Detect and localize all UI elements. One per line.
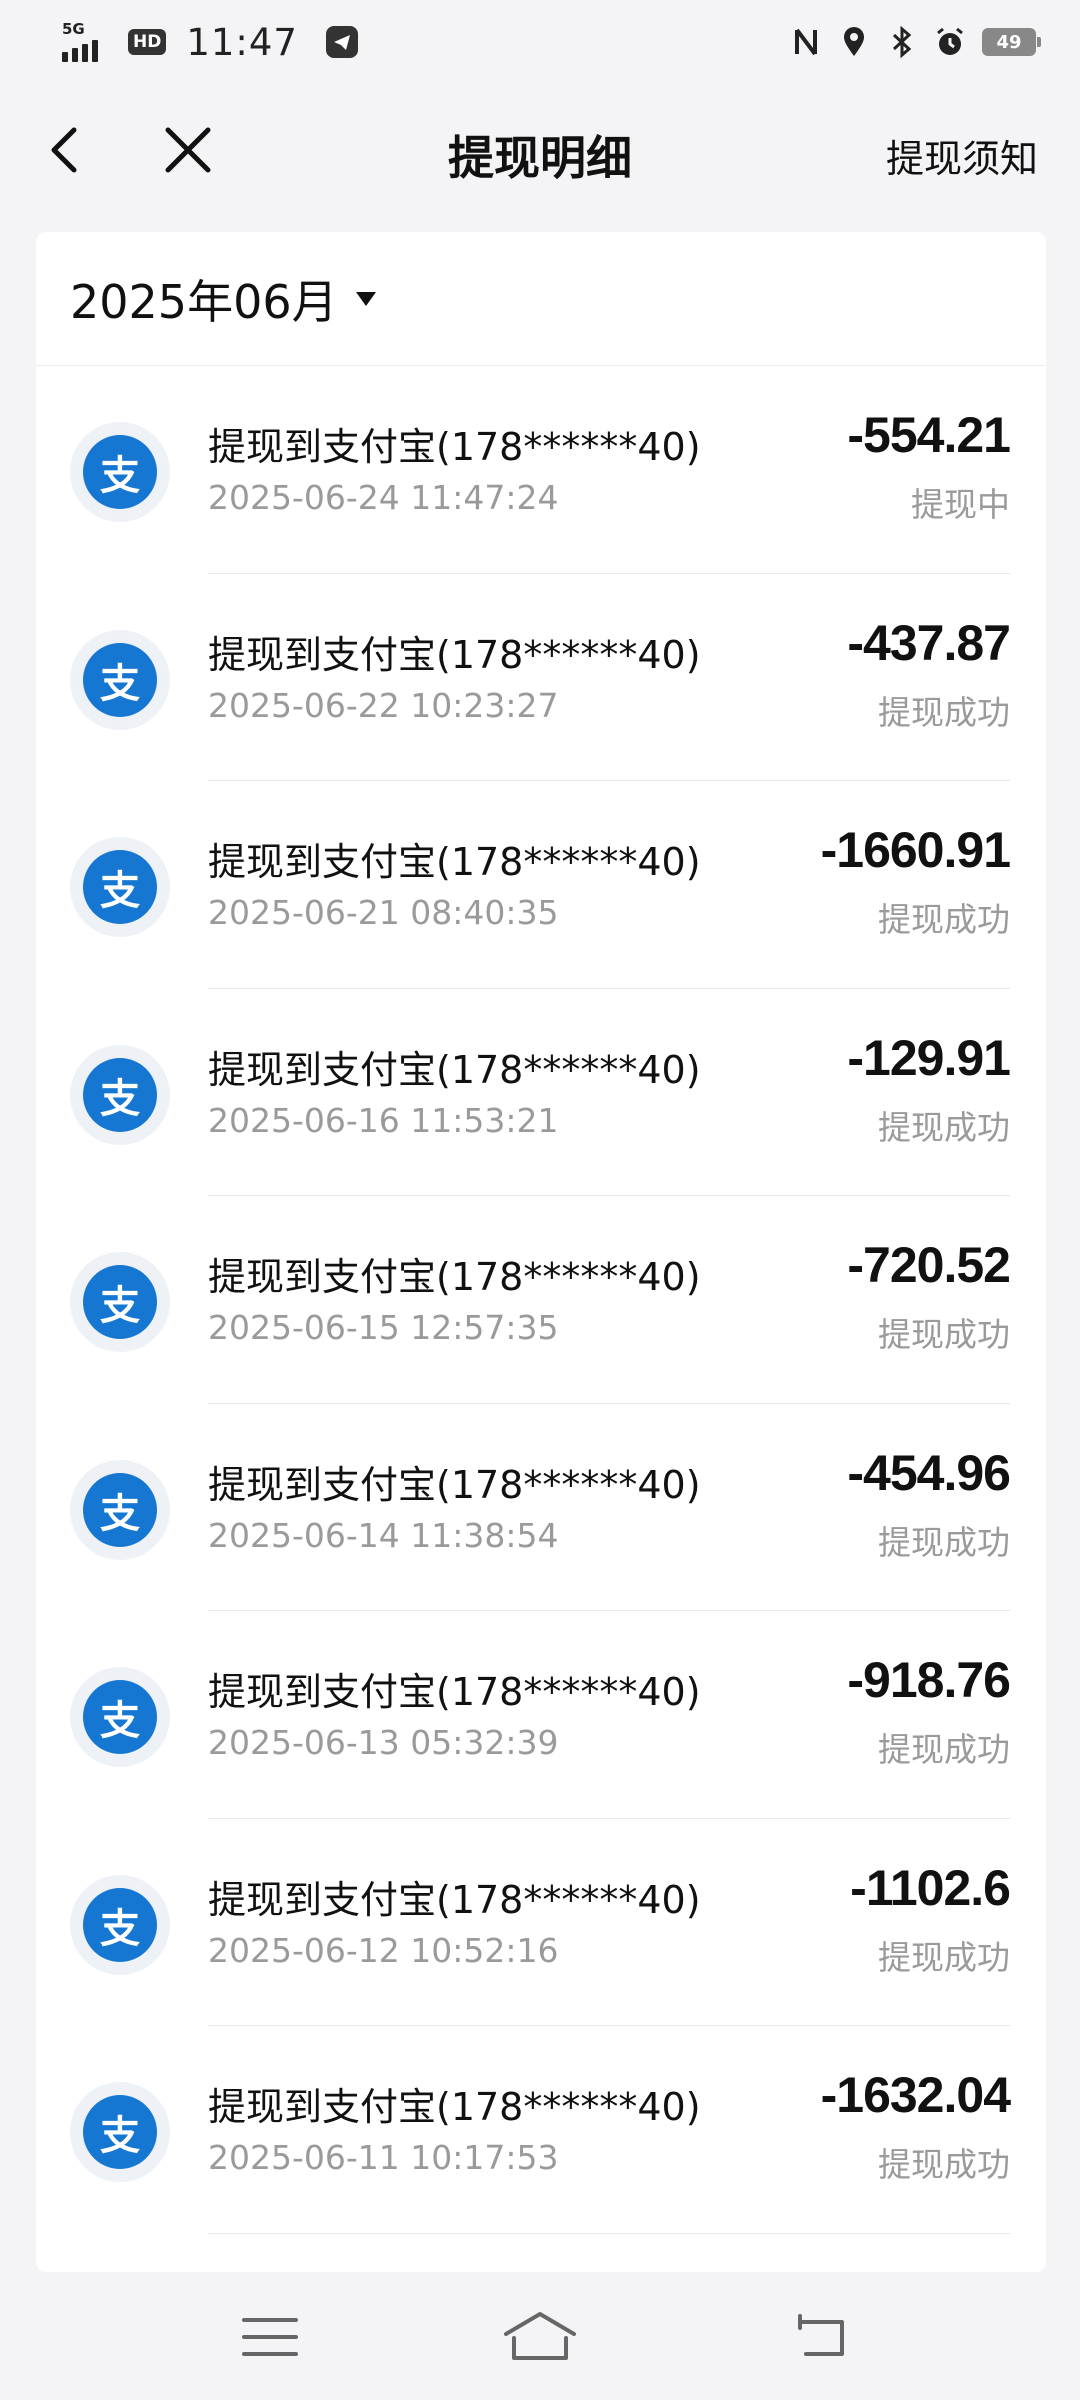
record-amount: -1632.04 (820, 2067, 1011, 2123)
record-time: 2025-06-14 11:38:54 (208, 1515, 559, 1555)
menu-icon[interactable] (240, 2312, 300, 2362)
status-bar: 5G HD 11:47 49 (0, 0, 1080, 84)
withdrawal-list-card: 2025年06月 支提现到支付宝(178******40) 2025-06-24 … (36, 232, 1046, 2272)
record-status: 提现成功 (878, 900, 1010, 939)
record-time: 2025-06-16 11:53:21 (208, 1100, 559, 1140)
month-label: 2025年06月 (70, 274, 338, 329)
alipay-glyph: 支 (83, 642, 157, 717)
record-title: 提现到支付宝(178******40) (208, 1255, 701, 1299)
battery-icon: 49 (982, 28, 1041, 56)
record-amount: -437.87 (847, 614, 1011, 671)
alipay-icon: 支 (70, 1874, 170, 1975)
record-status: 提现成功 (878, 692, 1010, 732)
withdrawal-record-row[interactable]: 支 提现到支付宝(178******40) 2025-06-22 10:23:27 -… (36, 574, 1046, 781)
record-status: 提现成功 (878, 1937, 1010, 1977)
record-status: 提现成功 (878, 1522, 1010, 1562)
telegram-icon (325, 26, 358, 58)
location-icon (838, 24, 870, 60)
system-back-icon[interactable] (792, 2310, 852, 2360)
alipay-glyph: 支 (83, 435, 157, 509)
record-title: 提现到支付宝(178******40) (208, 840, 701, 884)
network-type: 5G (62, 20, 85, 38)
home-icon[interactable] (500, 2308, 580, 2364)
record-amount: -720.52 (847, 1237, 1011, 1293)
record-title: 提现到支付宝(178******40) (208, 1047, 701, 1092)
record-status: 提现成功 (878, 1730, 1010, 1769)
alipay-glyph: 支 (83, 1680, 157, 1754)
record-time: 2025-06-13 05:32:39 (208, 1723, 559, 1762)
withdrawal-record-row[interactable]: 支 提现到支付宝(178******40) 2025-06-12 10:52:16 -… (36, 1819, 1046, 2026)
record-title: 提现到支付宝(178******40) (208, 1670, 701, 1714)
alipay-glyph: 支 (83, 850, 157, 924)
bluetooth-icon (886, 24, 918, 60)
record-title: 提现到支付宝(178******40) (208, 1462, 701, 1507)
record-status: 提现成功 (878, 2145, 1010, 2184)
record-status: 提现中 (911, 485, 1010, 524)
record-title: 提现到支付宝(178******40) (208, 632, 701, 677)
withdrawal-record-row[interactable]: 支 提现到支付宝(178******40) 2025-06-21 08:40:35 -… (36, 781, 1046, 989)
alipay-icon: 支 (70, 629, 170, 730)
alipay-icon: 支 (70, 1667, 170, 1767)
record-title: 提现到支付宝(178******40) (208, 2085, 701, 2129)
withdrawal-list: 支提现到支付宝(178******40) 2025-06-24 11:47:24-… (36, 366, 1046, 2234)
record-amount: -918.76 (847, 1652, 1011, 1708)
record-time: 2025-06-24 11:47:24 (208, 478, 559, 517)
record-title: 提现到支付宝(178******40) (208, 1877, 701, 1922)
record-time: 2025-06-12 10:52:16 (208, 1930, 559, 1970)
record-status: 提现成功 (878, 1107, 1010, 1147)
record-amount: -1660.91 (820, 822, 1011, 878)
alipay-icon: 支 (70, 1044, 170, 1145)
record-time: 2025-06-21 08:40:35 (208, 893, 559, 932)
record-amount: -1102.6 (850, 1859, 1011, 1916)
signal-icon: 5G (62, 20, 110, 62)
record-amount: -454.96 (847, 1444, 1011, 1501)
month-selector[interactable]: 2025年06月 (36, 232, 1046, 366)
alipay-glyph: 支 (83, 1887, 157, 1962)
row-divider (208, 2232, 1010, 2234)
caret-down-icon (355, 291, 376, 306)
status-time: 11:47 (186, 20, 298, 64)
nfc-icon (790, 24, 822, 60)
record-time: 2025-06-15 12:57:35 (208, 1308, 559, 1347)
withdrawal-record-row[interactable]: 支 提现到支付宝(178******40) 2025-06-15 12:57:35 -… (36, 1196, 1046, 1404)
withdrawal-record-row[interactable]: 支 提现到支付宝(178******40) 2025-06-24 11:47:24 -… (36, 366, 1046, 574)
alipay-icon: 支 (70, 837, 170, 937)
system-navigation-bar (0, 2272, 1080, 2400)
alipay-icon: 支 (70, 422, 170, 522)
alipay-icon: 支 (70, 1252, 170, 1352)
alipay-glyph: 支 (83, 1265, 157, 1339)
alipay-icon: 支 (70, 2082, 170, 2182)
hd-badge: HD (128, 29, 167, 55)
record-time: 2025-06-22 10:23:27 (208, 685, 559, 725)
alipay-glyph: 支 (83, 2095, 157, 2169)
record-status: 提现成功 (878, 1315, 1010, 1354)
withdrawal-notice-link[interactable]: 提现须知 (886, 128, 1038, 183)
withdrawal-record-row[interactable]: 支 提现到支付宝(178******40) 2025-06-13 05:32:39 -… (36, 1611, 1046, 1819)
alipay-glyph: 支 (83, 1472, 157, 1547)
alipay-icon: 支 (70, 1459, 170, 1560)
record-time: 2025-06-11 10:17:53 (208, 2138, 559, 2177)
nav-bar: 提现明细 提现须知 (0, 84, 1080, 214)
alipay-glyph: 支 (83, 1057, 157, 1132)
record-title: 提现到支付宝(178******40) (208, 425, 701, 469)
withdrawal-record-row[interactable]: 支 提现到支付宝(178******40) 2025-06-16 11:53:21 -… (36, 989, 1046, 1196)
alarm-icon (934, 24, 966, 60)
record-amount: -554.21 (847, 407, 1011, 463)
withdrawal-record-row[interactable]: 支 提现到支付宝(178******40) 2025-06-11 10:17:53 -… (36, 2026, 1046, 2234)
record-amount: -129.91 (847, 1029, 1011, 1086)
withdrawal-record-row[interactable]: 支 提现到支付宝(178******40) 2025-06-14 11:38:54 -… (36, 1404, 1046, 1611)
